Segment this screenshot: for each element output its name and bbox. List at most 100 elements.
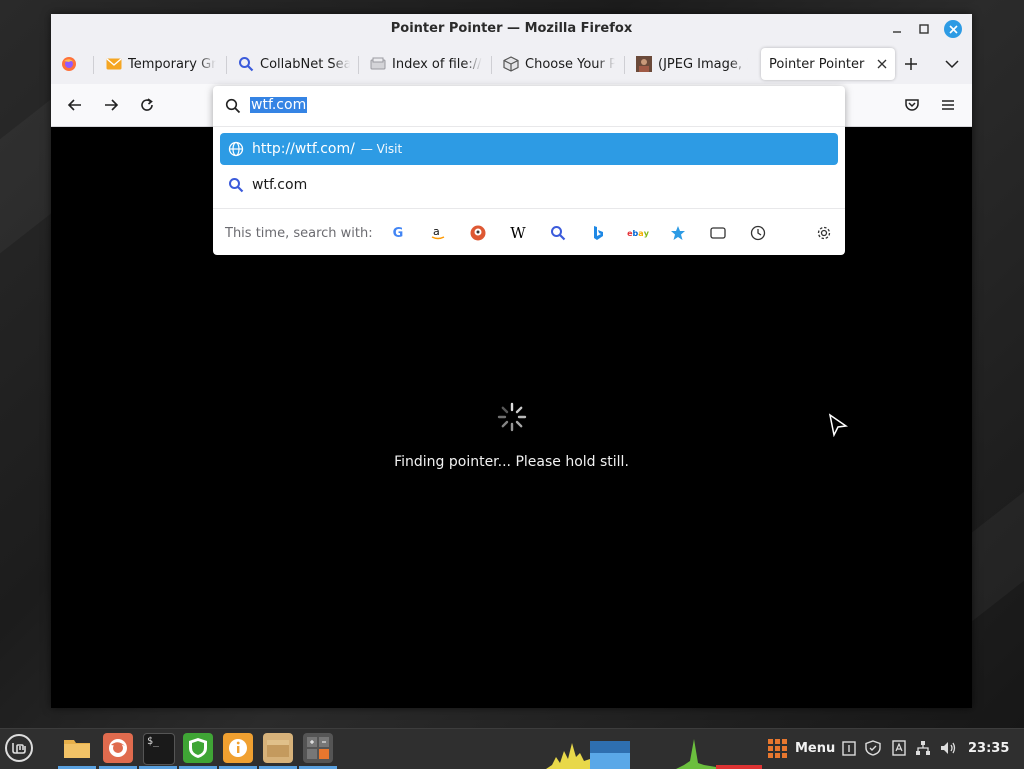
tab-label: CollabNet Sea (260, 56, 350, 72)
close-button[interactable] (944, 20, 962, 38)
svg-text:a: a (433, 225, 440, 238)
clock[interactable]: 23:35 (968, 741, 1009, 756)
search-icon (225, 98, 241, 114)
files-launcher[interactable] (62, 733, 92, 763)
minimize-icon (893, 31, 901, 33)
ebay-engine-icon[interactable]: ebay (627, 223, 649, 243)
forward-button[interactable] (99, 93, 123, 117)
search-settings-gear-icon[interactable] (814, 223, 834, 243)
plus-icon (905, 58, 917, 70)
amazon-engine-icon[interactable]: a (428, 223, 448, 243)
envelope-icon (106, 56, 122, 72)
clipboard-tray-icon[interactable] (840, 739, 858, 757)
mouse-pointer-icon (828, 413, 848, 437)
app-menu-button[interactable] (936, 93, 960, 117)
history-clock-icon[interactable] (748, 223, 768, 243)
firefox-view-button[interactable] (61, 48, 81, 80)
calculator-launcher[interactable] (303, 733, 333, 763)
chevron-down-icon (945, 60, 959, 69)
urlbar-input[interactable]: wtf.com (250, 97, 308, 113)
tab-label: Pointer Pointer (769, 56, 865, 72)
mint-menu-button[interactable] (4, 733, 34, 763)
menu-label[interactable]: Menu (795, 741, 835, 756)
tab-jpeg-image[interactable]: (JPEG Image, 1 (636, 48, 748, 80)
back-button[interactable] (63, 93, 87, 117)
one-off-search-bar: This time, search with: G a W ebay (213, 208, 845, 256)
apps-menu-button[interactable] (766, 737, 790, 761)
tab-label: (JPEG Image, 1 (658, 56, 748, 72)
tab-separator (93, 56, 94, 74)
volume-tray-icon[interactable] (940, 739, 958, 757)
tab-collabnet-search[interactable]: CollabNet Sea (238, 48, 350, 80)
cpu-monitor-graph (546, 743, 590, 769)
minimize-button[interactable] (888, 20, 906, 38)
search-icon (238, 56, 254, 72)
terminal-launcher[interactable]: $_ (143, 733, 175, 765)
file-icon (370, 56, 386, 72)
firefox-launcher[interactable] (103, 733, 133, 763)
status-text: Finding pointer... Please hold still. (394, 454, 629, 470)
bookmarks-star-icon[interactable] (668, 223, 688, 243)
package-icon (267, 740, 289, 757)
duckduckgo-engine-icon[interactable] (468, 223, 488, 243)
disk-monitor-graph (716, 765, 762, 769)
apps-grid-icon (768, 739, 787, 758)
result-url: http://wtf.com/ (252, 141, 355, 157)
calculator-icon (307, 737, 329, 759)
search-engine-icon[interactable] (548, 223, 568, 243)
tab-choose-your[interactable]: Choose Your P (503, 48, 615, 80)
urlbar-result-search[interactable]: wtf.com (220, 169, 838, 201)
tab-label: Choose Your P (525, 56, 615, 72)
urlbar-result-visit[interactable]: http://wtf.com/ — Visit (220, 133, 838, 165)
tab-index-of-file[interactable]: Index of file:// (370, 48, 486, 80)
box-icon (503, 56, 519, 72)
tab-label: Index of file:// (392, 56, 482, 72)
urlbar-dropdown: wtf.com http://wtf.com/ — Visit wtf.com … (213, 86, 845, 255)
tab-separator (358, 56, 359, 74)
result-action: — Visit (360, 142, 403, 156)
firefox-icon (109, 739, 127, 757)
archive-launcher[interactable] (263, 733, 293, 763)
update-manager-launcher[interactable] (183, 733, 213, 763)
tab-separator (624, 56, 625, 74)
globe-icon (228, 141, 244, 157)
network-tray-icon[interactable] (914, 739, 932, 757)
window-title: Pointer Pointer — Mozilla Firefox (390, 21, 633, 36)
tab-separator (491, 56, 492, 74)
search-icon (229, 178, 244, 193)
tab-strip: Temporary Gm CollabNet Sea Index of file… (51, 44, 972, 84)
pocket-button[interactable] (900, 93, 924, 117)
urlbar-value: wtf.com (250, 97, 308, 113)
tab-separator (226, 56, 227, 74)
urlbar[interactable]: wtf.com (213, 86, 845, 127)
tab-temporary-gmail[interactable]: Temporary Gm (106, 48, 216, 80)
taskbar: $_ Menu 23:35 (0, 728, 1024, 769)
new-tab-button[interactable] (899, 52, 923, 76)
hamburger-icon (942, 100, 954, 110)
reload-icon (141, 98, 153, 111)
info-icon (229, 739, 247, 757)
shield-tray-icon[interactable] (864, 739, 882, 757)
image-thumbnail (636, 56, 652, 72)
firefox-icon (62, 57, 76, 71)
maximize-icon (919, 24, 929, 34)
result-text: wtf.com (252, 177, 308, 193)
terminal-icon: $_ (147, 736, 160, 747)
network-monitor-graph (676, 739, 716, 769)
linux-mint-logo-icon (5, 734, 33, 762)
tab-pointer-pointer[interactable]: Pointer Pointer (761, 48, 895, 80)
reload-button[interactable] (135, 93, 159, 117)
title-bar: Pointer Pointer — Mozilla Firefox (51, 14, 972, 44)
close-icon (948, 24, 958, 34)
bing-engine-icon[interactable] (588, 223, 608, 243)
back-arrow-icon (67, 99, 81, 111)
tabs-icon[interactable] (708, 223, 728, 243)
document-tray-icon[interactable] (890, 739, 908, 757)
system-info-launcher[interactable] (223, 733, 253, 763)
maximize-button[interactable] (915, 20, 933, 38)
tab-close-icon[interactable] (877, 59, 887, 69)
list-all-tabs-button[interactable] (940, 52, 964, 76)
wikipedia-engine-icon[interactable]: W (508, 223, 528, 243)
loading-spinner-icon (497, 402, 527, 432)
google-engine-icon[interactable]: G (388, 223, 408, 243)
